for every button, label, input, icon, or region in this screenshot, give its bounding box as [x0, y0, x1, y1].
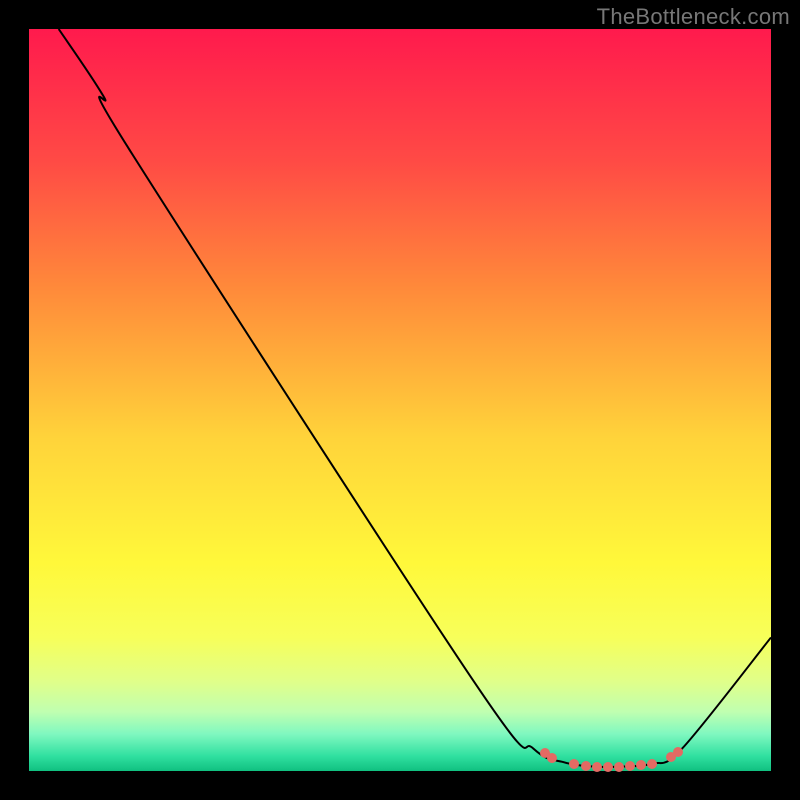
- plot-area: [29, 29, 771, 771]
- background-gradient: [29, 29, 771, 771]
- chart-frame: TheBottleneck.com: [0, 0, 800, 800]
- watermark-text: TheBottleneck.com: [597, 4, 790, 30]
